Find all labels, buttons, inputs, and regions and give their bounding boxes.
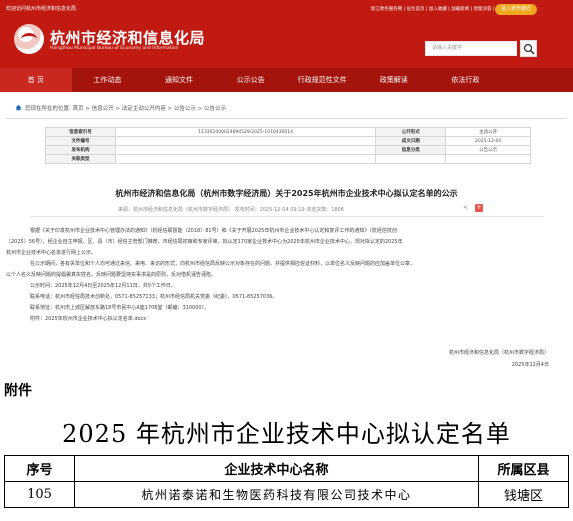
document-info-table: 信息索引号 113301000024894529/2025-1010436014… <box>45 127 531 164</box>
add-icon[interactable]: + <box>475 204 483 212</box>
row-number: 105 <box>4 481 75 508</box>
table-row: 信息索引号 113301000024894529/2025-1010436014… <box>45 127 531 137</box>
search-icon <box>523 43 535 55</box>
body-paragraph: 公示时间：2025年12月4日至2025年12月11日，共5个工作日。 <box>30 283 176 289</box>
bureau-logo-icon <box>14 24 44 54</box>
divider <box>6 118 567 119</box>
column-header: 序号 <box>4 455 75 482</box>
table-row: 文件编号 成文日期 2025-12-04 <box>45 136 531 146</box>
info-value: 2025-12-04 <box>445 136 531 146</box>
info-value <box>114 154 377 164</box>
table-row: 发布机构 信息分类 公告公示 <box>45 145 531 155</box>
sign-date: 2025年12月4日 <box>511 362 549 368</box>
search-input[interactable]: 请输入关键字 <box>425 41 517 56</box>
body-paragraph: 〔2025〕56号），经企业自主申报、区、县（市）经信主管部门推荐，市经信局初审… <box>6 239 403 245</box>
info-value <box>114 136 377 146</box>
nav-item-home[interactable]: 首 页 <box>0 68 72 92</box>
top-links[interactable]: 浙江政务服务网 | 设为首页 | 加入收藏 | 加载新闻 | 智能问答 | 登录 <box>371 6 505 12</box>
home-icon <box>15 104 22 111</box>
info-value: 113301000024894529/2025-1010436014 <box>114 127 377 137</box>
article-body: 根据《关于印发杭州市企业技术中心管理办法的通知》（杭经信联督能〔2018〕81号… <box>6 226 567 325</box>
table-row: 关联类型 <box>45 154 531 164</box>
nav-item-notices[interactable]: 通知文件 <box>143 68 215 92</box>
info-key: 信息索引号 <box>45 127 116 137</box>
body-paragraph: 联系地址：杭州市上城区解放东路18号市民中心A座1706室（邮编：310000）… <box>30 305 210 311</box>
nav-item-law-administration[interactable]: 依法行政 <box>430 68 502 92</box>
welcome-text: 欢迎访问杭州市经济和信息化局 <box>6 6 77 12</box>
attachment-table: 序号 企业技术中心名称 所属区县 105 杭州诺泰诺和生物医药科技有限公司技术中… <box>4 455 569 508</box>
column-header: 企业技术中心名称 <box>74 455 479 482</box>
center-name: 杭州诺泰诺和生物医药科技有限公司技术中心 <box>74 481 479 508</box>
body-paragraph: 联系电话：杭州市经信局技术创新处，0571-85257133；杭州市经信局机关党… <box>30 294 278 300</box>
article-title: 杭州市经济和信息化局（杭州市数字经济局）关于2025年杭州市企业技术中心拟认定名… <box>115 189 458 198</box>
main-nav: 首 页 工作动态 通知文件 公示公告 行政规范性文件 政策解读 依法行政 <box>0 68 573 92</box>
elder-mode-button[interactable]: 进入老年模式 <box>494 4 537 15</box>
info-value: 公告公示 <box>445 145 531 155</box>
body-paragraph: 杭州市企业技术中心名单进行网上公示。 <box>6 250 97 256</box>
body-paragraph: 以个人名义反映问题的提倡署真实姓名。反映问题要坚持实事求是的原则，反对借机诬告诬… <box>6 272 217 278</box>
body-paragraph: 在公示期间，各有关单位和个人均可通过来信、来电、来访的形式，向杭州市经信局反映公… <box>30 261 416 267</box>
site-header: 欢迎访问杭州市经济和信息化局 浙江政务服务网 | 设为首页 | 加入收藏 | 加… <box>0 0 573 68</box>
attachment-title: 2025 年杭州市企业技术中心拟认定名单 <box>62 420 511 448</box>
nav-item-announcements[interactable]: 公示公告 <box>215 68 287 92</box>
info-value: 主动公开 <box>445 127 531 137</box>
attachment-label: 附件 <box>4 383 32 399</box>
site-title-en: Hangzhou Municipal Bureau of Economy and… <box>50 46 179 51</box>
divider <box>30 216 544 217</box>
info-key: 信息分类 <box>375 145 447 155</box>
info-key: 文件编号 <box>45 136 116 146</box>
signature: 杭州市经济和信息化局（杭州市数字经济局） 2025年12月4日 <box>449 347 549 371</box>
attachment-link[interactable]: 附件：2025年杭州市企业技术中心拟认定名单.docx <box>6 314 567 325</box>
nav-item-work-news[interactable]: 工作动态 <box>72 68 144 92</box>
info-key: 成文日期 <box>375 136 447 146</box>
info-key: 公开形式 <box>375 127 447 137</box>
nav-item-normative-documents[interactable]: 行政规范性文件 <box>286 68 358 92</box>
table-header-row: 序号 企业技术中心名称 所属区县 <box>4 455 569 482</box>
info-value <box>114 145 377 155</box>
site-title[interactable]: 杭州市经济和信息化局 <box>50 27 205 48</box>
info-key <box>375 154 447 164</box>
body-paragraph: 根据《关于印发杭州市企业技术中心管理办法的通知》（杭经信联督能〔2018〕81号… <box>30 228 397 234</box>
table-row: 105 杭州诺泰诺和生物医药科技有限公司技术中心 钱塘区 <box>4 481 569 508</box>
info-key: 发布机构 <box>45 145 116 155</box>
article-tools: < + <box>463 204 493 212</box>
district: 钱塘区 <box>478 481 569 508</box>
sign-org: 杭州市经济和信息化局（杭州市数字经济局） <box>448 350 549 356</box>
info-key: 关联类型 <box>45 154 116 164</box>
share-icon[interactable]: < <box>463 204 468 211</box>
search-button[interactable] <box>520 40 537 57</box>
breadcrumb-text[interactable]: 您现在所在的位置: 首页 > 信息公开 > 法定主动公开内容 > 公告公示 > … <box>25 106 226 112</box>
breadcrumb: 您现在所在的位置: 首页 > 信息公开 > 法定主动公开内容 > 公告公示 > … <box>15 104 226 112</box>
info-value <box>445 154 531 164</box>
article-meta: 来源：杭州市经济和信息化局（杭州市数字经济局） 发布时间：2025-12-04 … <box>118 207 344 213</box>
nav-item-policy-interpretation[interactable]: 政策解读 <box>358 68 430 92</box>
column-header: 所属区县 <box>478 455 569 482</box>
